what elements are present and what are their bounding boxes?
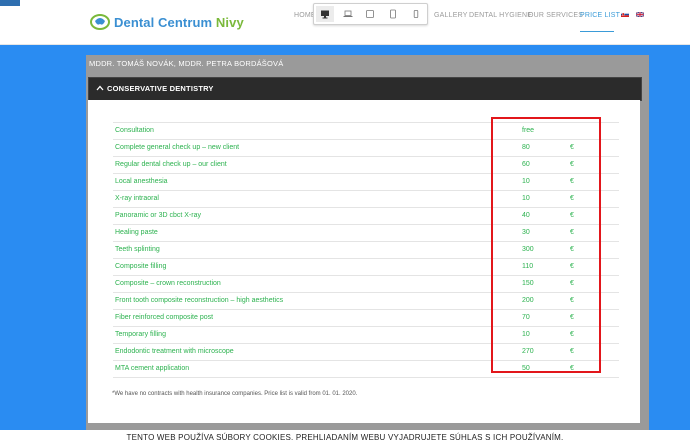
service-name: Regular dental check up – our client [115,161,227,168]
device-preview-toolbar [313,3,428,25]
desktop-icon [321,10,330,19]
service-name: Temporary filling [115,331,166,338]
service-name: Composite – crown reconstruction [115,280,221,287]
service-name: Composite filling [115,263,167,270]
section-title: CONSERVATIVE DENTISTRY [107,84,214,93]
nav-gallery[interactable]: GALLERY [434,12,468,19]
nav-price-list[interactable]: PRICE LIST [580,12,620,19]
cookie-notice-text: TENTO WEB POUŽÍVA SÚBORY COOKIES. PREHLI… [126,433,564,442]
nav-active-underline [580,31,614,32]
tablet-portrait-icon [390,9,396,19]
service-name: Healing paste [115,229,158,236]
nav-dental-hygiene[interactable]: DENTAL HYGIENE [469,12,532,19]
service-name: Teeth splinting [115,246,160,253]
logo-text: Dental Centrum Nivy [114,14,244,30]
nav-our-services[interactable]: OUR SERVICES [528,12,583,19]
english-flag-icon[interactable] [636,12,644,17]
service-name: Local anesthesia [115,178,168,185]
site-logo[interactable]: Dental Centrum Nivy [90,11,244,33]
top-navigation-bar: Dental Centrum Nivy HOME GALLERY DENTAL … [0,0,690,45]
service-name: Complete general check up – new client [115,144,240,151]
laptop-icon [343,10,353,17]
slovak-flag-icon[interactable] [621,12,629,17]
cookie-bar: TENTO WEB POUŽÍVA SÚBORY COOKIES. PREHLI… [0,430,690,446]
doctors-heading: MDDR. TOMÁŠ NOVÁK, MDDR. PETRA BORDÁŠOVÁ [89,59,284,68]
service-name: Front tooth composite reconstruction – h… [115,297,284,304]
service-name: Consultation [115,127,154,134]
desktop-preview-button[interactable] [316,6,335,22]
tablet-landscape-preview-button[interactable] [361,6,379,22]
tooth-logo-icon [90,14,110,30]
service-name: MTA cement application [115,365,190,372]
phone-preview-button[interactable] [407,6,425,22]
service-name: Endodontic treatment with microscope [115,348,234,355]
service-name: X-ray intraoral [115,195,159,202]
accordion-header-conservative-dentistry[interactable]: CONSERVATIVE DENTISTRY [88,77,642,101]
laptop-preview-button[interactable] [339,6,357,22]
tablet-landscape-icon [366,10,375,18]
insurance-note: *We have no contracts with health insura… [112,391,358,397]
chevron-up-icon [96,85,104,91]
phone-icon [413,10,418,18]
service-name: Fiber reinforced composite post [115,314,214,321]
service-name: Panoramic or 3D cbct X-ray [115,212,201,219]
highlight-annotation-box [491,117,601,373]
corner-tag [0,0,20,6]
tablet-portrait-preview-button[interactable] [384,6,402,22]
